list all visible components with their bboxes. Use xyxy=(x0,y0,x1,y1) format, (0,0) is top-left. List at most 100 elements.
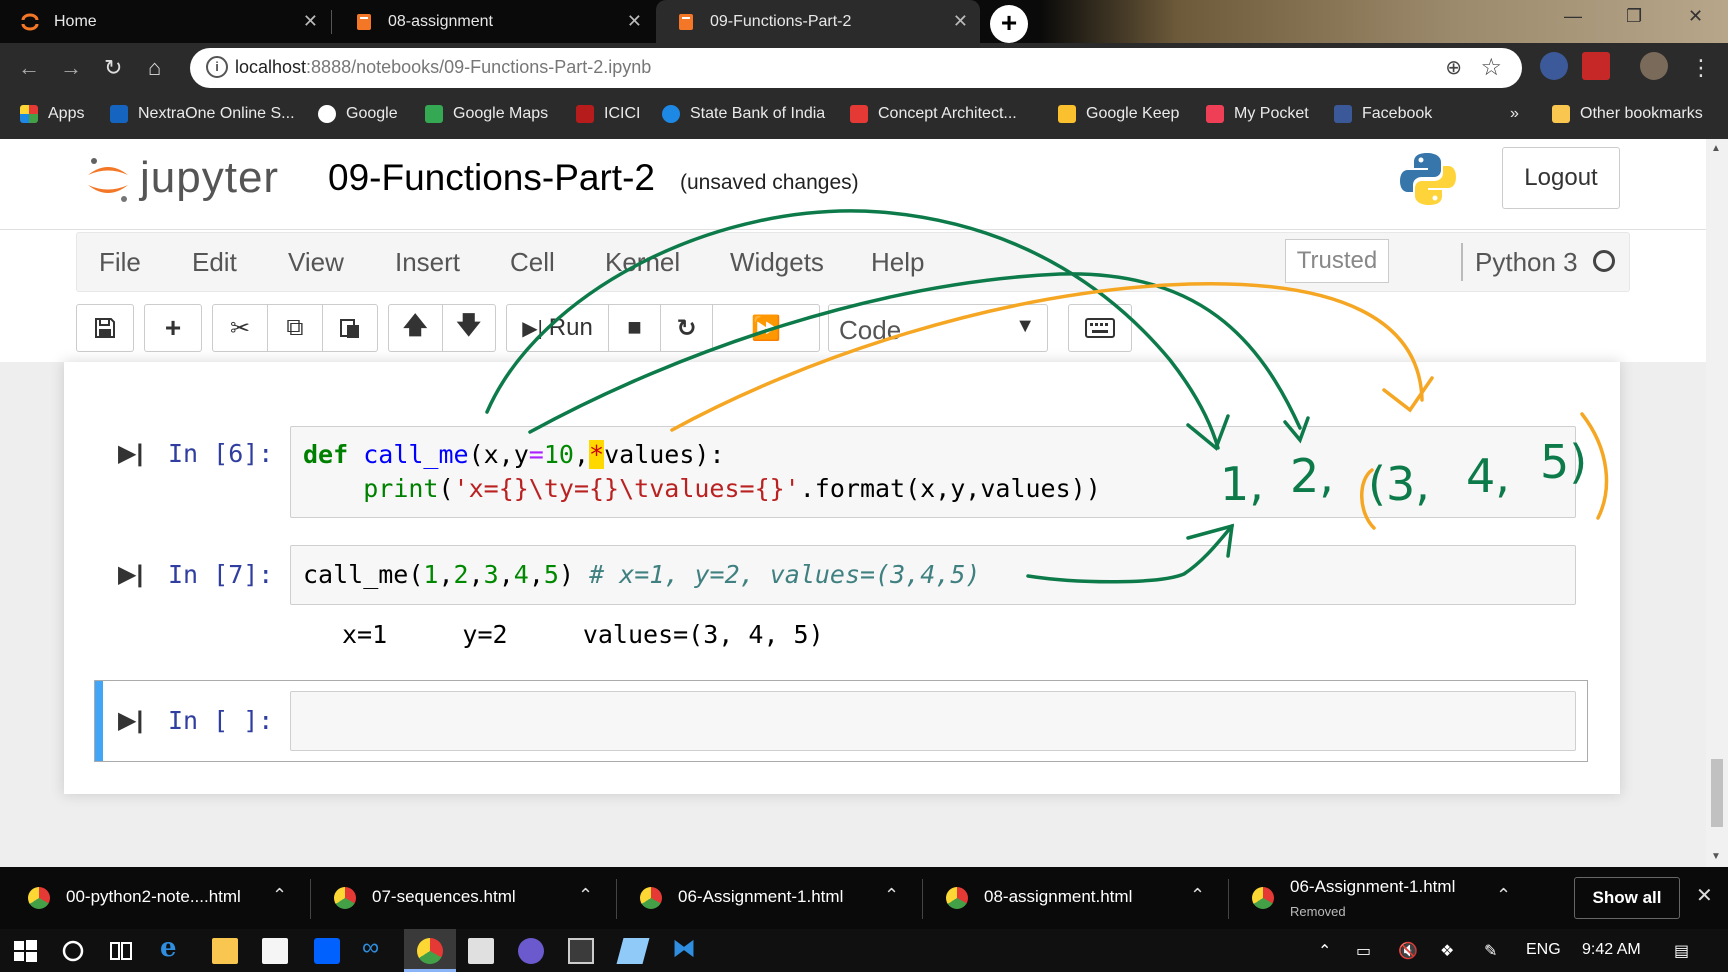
taskbar-chrome-active[interactable] xyxy=(404,929,456,972)
command-palette-button[interactable] xyxy=(1068,304,1132,352)
bookmark-google[interactable]: Google xyxy=(318,105,398,123)
restart-kernel-icon[interactable]: ↻ xyxy=(661,305,713,351)
bookmark-facebook[interactable]: Facebook xyxy=(1334,105,1432,123)
bookmark-my-pocket[interactable]: My Pocket xyxy=(1206,105,1309,123)
bookmark-google-maps[interactable]: Google Maps xyxy=(425,105,548,123)
paste-icon[interactable] xyxy=(323,305,377,351)
tray-chevron-icon[interactable]: ⌃ xyxy=(1318,941,1331,961)
clock[interactable]: 9:42 AM xyxy=(1582,941,1641,959)
vscode-icon[interactable]: ⧓ xyxy=(672,934,698,962)
tab-home[interactable]: Home ✕ xyxy=(0,0,330,43)
site-info-icon[interactable]: i xyxy=(206,56,228,78)
home-icon[interactable]: ⌂ xyxy=(148,55,161,81)
move-down-icon[interactable]: 🡇 xyxy=(443,305,496,351)
bookmark-google-keep[interactable]: Google Keep xyxy=(1058,105,1179,123)
run-cell-icon[interactable]: ▶| xyxy=(118,560,143,589)
chevron-up-icon[interactable]: ⌃ xyxy=(578,885,593,906)
download-item[interactable]: 07-sequences.html ⌃ xyxy=(334,867,604,929)
download-item[interactable]: 08-assignment.html ⌃ xyxy=(946,867,1216,929)
menu-kernel[interactable]: Kernel xyxy=(605,247,680,278)
bookmark-concept-architect[interactable]: Concept Architect... xyxy=(850,105,1017,123)
bookmarks-overflow[interactable]: » xyxy=(1510,105,1519,123)
battery-icon[interactable]: ▭ xyxy=(1356,941,1371,961)
chevron-up-icon[interactable]: ⌃ xyxy=(884,885,899,906)
pen-icon[interactable]: ✎ xyxy=(1484,941,1497,961)
run-cell-icon[interactable]: ▶| xyxy=(118,706,143,735)
menu-help[interactable]: Help xyxy=(871,247,924,278)
menu-file[interactable]: File xyxy=(99,247,141,278)
extension-icon[interactable] xyxy=(1582,52,1610,80)
notebook-title[interactable]: 09-Functions-Part-2 xyxy=(328,157,655,199)
restore-icon[interactable]: ❐ xyxy=(1626,6,1642,27)
tab-09-functions-part-2[interactable]: 09-Functions-Part-2 ✕ xyxy=(656,0,980,43)
back-icon[interactable]: ← xyxy=(18,55,40,81)
close-icon[interactable]: ✕ xyxy=(627,11,642,32)
save-icon[interactable] xyxy=(77,305,133,351)
download-item[interactable]: 00-python2-note....html ⌃ xyxy=(28,867,298,929)
zoom-icon[interactable]: ⊕ xyxy=(1445,55,1462,80)
edge-icon[interactable]: e xyxy=(160,933,186,963)
language-indicator[interactable]: ENG xyxy=(1526,941,1561,959)
page-scrollbar[interactable]: ▲ ▼ xyxy=(1706,139,1728,867)
close-icon[interactable]: ✕ xyxy=(1696,883,1713,908)
address-bar[interactable]: i localhost:8888/notebooks/09-Functions-… xyxy=(190,48,1522,88)
scroll-up-icon[interactable]: ▲ xyxy=(1711,143,1721,154)
download-item[interactable]: 06-Assignment-1.html ⌃ xyxy=(640,867,910,929)
trusted-indicator[interactable]: Trusted xyxy=(1285,239,1389,283)
menu-edit[interactable]: Edit xyxy=(192,247,237,278)
terminal-icon[interactable] xyxy=(568,938,594,964)
tab-08-assignment[interactable]: 08-assignment ✕ xyxy=(334,0,654,43)
app-icon[interactable] xyxy=(616,938,650,964)
code-cell-input[interactable]: def call_me(x,y=10,*values): print('x={}… xyxy=(290,426,1576,518)
download-item[interactable]: 06-Assignment-1.html Removed ⌃ xyxy=(1252,867,1522,929)
bookmark-sbi[interactable]: State Bank of India xyxy=(662,105,825,123)
chevron-up-icon[interactable]: ⌃ xyxy=(1190,885,1205,906)
volume-muted-icon[interactable]: 🔇 xyxy=(1398,941,1418,961)
new-tab-button[interactable]: + xyxy=(990,5,1028,43)
close-icon[interactable]: ✕ xyxy=(303,11,318,32)
run-cell-icon[interactable]: ▶| xyxy=(118,439,143,468)
notifications-icon[interactable]: ▤ xyxy=(1674,941,1689,961)
windows-start-icon[interactable] xyxy=(12,938,38,964)
bookmark-star-icon[interactable]: ☆ xyxy=(1480,53,1502,82)
cell-type-select[interactable]: Code ▼ xyxy=(828,304,1048,352)
forward-icon[interactable]: → xyxy=(60,55,82,81)
infinity-app-icon[interactable]: ∞ xyxy=(362,934,388,961)
menu-widgets[interactable]: Widgets xyxy=(730,247,824,278)
close-window-icon[interactable]: ✕ xyxy=(1688,6,1703,27)
dropbox-icon[interactable] xyxy=(314,938,340,964)
restart-run-all-icon[interactable]: ⏩ xyxy=(713,305,819,351)
menu-cell[interactable]: Cell xyxy=(510,247,555,278)
reload-icon[interactable]: ↻ xyxy=(104,55,122,81)
scrollbar-thumb[interactable] xyxy=(1711,759,1723,827)
bookmark-apps[interactable]: Apps xyxy=(20,105,84,123)
copy-icon[interactable]: ⧉ xyxy=(268,305,323,351)
move-up-icon[interactable]: 🡅 xyxy=(389,305,443,351)
profile-avatar[interactable] xyxy=(1640,52,1668,80)
scroll-down-icon[interactable]: ▼ xyxy=(1711,851,1721,862)
file-explorer-icon[interactable] xyxy=(212,938,238,964)
close-icon[interactable]: ✕ xyxy=(953,11,968,32)
search-icon[interactable] xyxy=(60,938,86,964)
app-icon[interactable] xyxy=(518,938,544,964)
chevron-up-icon[interactable]: ⌃ xyxy=(1496,885,1511,906)
jupyter-logo-icon[interactable] xyxy=(84,153,132,205)
chevron-up-icon[interactable]: ⌃ xyxy=(272,885,287,906)
menu-icon[interactable]: ⋮ xyxy=(1690,55,1712,81)
mail-icon[interactable] xyxy=(468,938,494,964)
code-cell-input[interactable]: call_me(1,2,3,4,5) # x=1, y=2, values=(3… xyxy=(290,545,1576,605)
url-text[interactable]: localhost:8888/notebooks/09-Functions-Pa… xyxy=(235,57,651,78)
show-all-downloads-button[interactable]: Show all xyxy=(1574,877,1680,919)
bookmark-icici[interactable]: ICICI xyxy=(576,105,640,123)
cut-icon[interactable]: ✂ xyxy=(213,305,268,351)
bookmark-nextraone[interactable]: NextraOne Online S... xyxy=(110,105,295,123)
logout-button[interactable]: Logout xyxy=(1502,147,1620,209)
kernel-name[interactable]: Python 3 xyxy=(1475,247,1578,278)
extension-icon[interactable] xyxy=(1540,52,1568,80)
other-bookmarks[interactable]: Other bookmarks xyxy=(1552,105,1703,123)
task-view-icon[interactable] xyxy=(108,938,134,964)
interrupt-kernel-icon[interactable]: ■ xyxy=(609,305,661,351)
menu-view[interactable]: View xyxy=(288,247,344,278)
store-icon[interactable] xyxy=(262,938,288,964)
minimize-icon[interactable]: — xyxy=(1564,6,1582,27)
